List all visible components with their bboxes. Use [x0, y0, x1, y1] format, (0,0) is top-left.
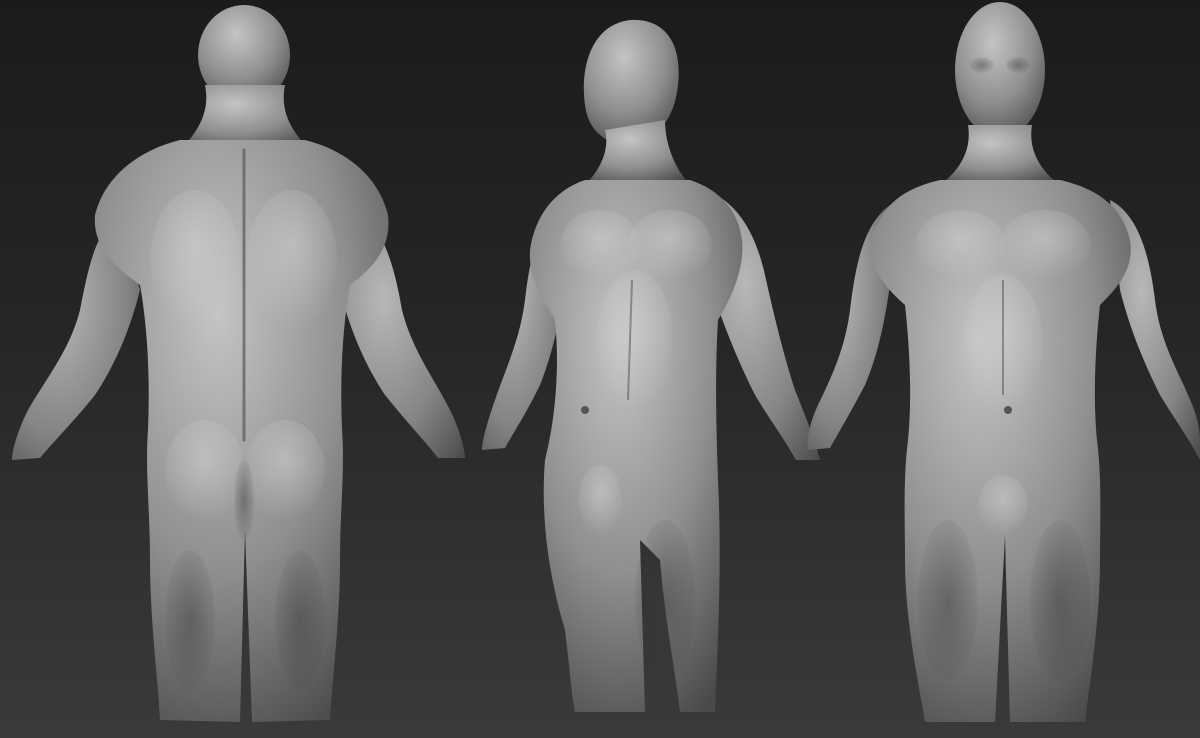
- front-right-pec: [1000, 210, 1090, 280]
- back-left-glute: [165, 420, 245, 520]
- tq-right-pec: [628, 210, 712, 280]
- sculpt-viewport[interactable]: [0, 0, 1200, 738]
- tq-groin: [578, 465, 622, 535]
- front-right-quad: [1030, 520, 1090, 680]
- front-neck: [940, 125, 1060, 185]
- tq-abs: [597, 270, 673, 410]
- back-right-glute: [245, 420, 325, 520]
- three-quarter-view-model[interactable]: [482, 19, 820, 712]
- back-left-hamstring: [165, 550, 215, 690]
- tq-thigh-shade: [635, 520, 695, 680]
- front-left-quad: [918, 520, 978, 680]
- back-left-lat: [150, 190, 240, 330]
- front-left-eye-socket: [970, 57, 994, 73]
- front-navel: [1004, 406, 1012, 414]
- front-torso: [871, 180, 1131, 722]
- back-view-model[interactable]: [12, 5, 465, 722]
- back-right-lat: [247, 190, 337, 330]
- front-head: [955, 2, 1045, 138]
- scene-canvas[interactable]: [0, 0, 1200, 738]
- front-right-eye-socket: [1006, 57, 1030, 73]
- front-groin: [978, 475, 1028, 535]
- front-view-model[interactable]: [807, 2, 1200, 722]
- back-torso: [94, 140, 389, 722]
- front-left-pec: [915, 210, 1005, 280]
- back-right-hamstring: [275, 550, 325, 690]
- tq-navel: [581, 406, 589, 414]
- back-glute-cleft: [234, 460, 254, 540]
